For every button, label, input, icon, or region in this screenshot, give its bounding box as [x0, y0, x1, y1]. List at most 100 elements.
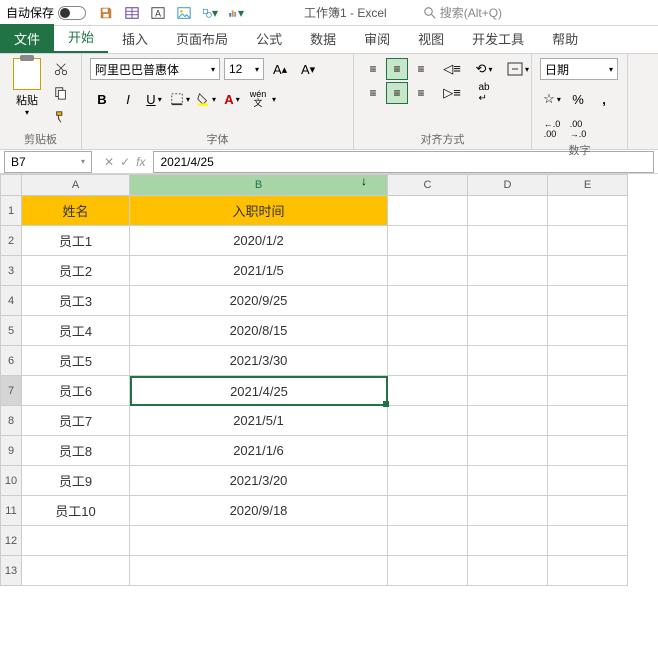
cell-e3[interactable]	[548, 256, 628, 286]
fill-color-button[interactable]	[194, 88, 218, 110]
cell-e12[interactable]	[548, 526, 628, 556]
enter-icon[interactable]: ✓	[120, 155, 130, 169]
cell-b3[interactable]: 2021/1/5	[130, 256, 388, 286]
tab-formulas[interactable]: 公式	[242, 24, 296, 53]
cell-a13[interactable]	[22, 556, 130, 586]
percent-button[interactable]: %	[566, 88, 590, 110]
col-header-d[interactable]: D	[468, 174, 548, 196]
cell-c5[interactable]	[388, 316, 468, 346]
align-top-button[interactable]: ≡	[362, 58, 384, 80]
cell-b4[interactable]: 2020/9/25	[130, 286, 388, 316]
autosave-toggle[interactable]: 自动保存	[6, 4, 86, 21]
cell-b13[interactable]	[130, 556, 388, 586]
cell-d12[interactable]	[468, 526, 548, 556]
cell-d10[interactable]	[468, 466, 548, 496]
cell-e4[interactable]	[548, 286, 628, 316]
cell-b12[interactable]	[130, 526, 388, 556]
cell-a10[interactable]: 员工9	[22, 466, 130, 496]
tab-review[interactable]: 审阅	[350, 24, 404, 53]
tab-file[interactable]: 文件	[0, 24, 54, 53]
cell-b8[interactable]: 2021/5/1	[130, 406, 388, 436]
cell-e8[interactable]	[548, 406, 628, 436]
col-header-c[interactable]: C	[388, 174, 468, 196]
cell-b11[interactable]: 2020/9/18	[130, 496, 388, 526]
align-middle-button[interactable]: ≡	[386, 58, 408, 80]
cut-button[interactable]	[50, 58, 72, 80]
cancel-icon[interactable]: ✕	[104, 155, 114, 169]
cell-e2[interactable]	[548, 226, 628, 256]
cell-c6[interactable]	[388, 346, 468, 376]
row-header-11[interactable]: 11	[0, 496, 22, 526]
cell-b2[interactable]: 2020/1/2	[130, 226, 388, 256]
toggle-switch-icon[interactable]	[58, 6, 86, 20]
row-header-12[interactable]: 12	[0, 526, 22, 556]
cell-a9[interactable]: 员工8	[22, 436, 130, 466]
cell-c4[interactable]	[388, 286, 468, 316]
cell-e9[interactable]	[548, 436, 628, 466]
cell-b5[interactable]: 2020/8/15	[130, 316, 388, 346]
cell-c3[interactable]	[388, 256, 468, 286]
align-left-button[interactable]: ≡	[362, 82, 384, 104]
row-header-3[interactable]: 3	[0, 256, 22, 286]
cell-d1[interactable]	[468, 196, 548, 226]
col-header-e[interactable]: E	[548, 174, 628, 196]
cell-e13[interactable]	[548, 556, 628, 586]
currency-button[interactable]: ☆	[540, 88, 564, 110]
cell-c7[interactable]	[388, 376, 468, 406]
search-box[interactable]: 搜索(Alt+Q)	[417, 1, 509, 24]
cell-d3[interactable]	[468, 256, 548, 286]
tab-help[interactable]: 帮助	[538, 24, 592, 53]
decrease-font-button[interactable]: A▾	[296, 58, 320, 80]
cell-a5[interactable]: 员工4	[22, 316, 130, 346]
border-button[interactable]	[168, 88, 192, 110]
tab-insert[interactable]: 插入	[108, 24, 162, 53]
cell-c1[interactable]	[388, 196, 468, 226]
row-header-5[interactable]: 5	[0, 316, 22, 346]
increase-decimal-button[interactable]: ←.0.00	[540, 118, 564, 140]
cell-c11[interactable]	[388, 496, 468, 526]
row-header-4[interactable]: 4	[0, 286, 22, 316]
cell-b10[interactable]: 2021/3/20	[130, 466, 388, 496]
cell-c9[interactable]	[388, 436, 468, 466]
paste-button[interactable]: 粘贴 ▾	[8, 58, 46, 117]
cell-c10[interactable]	[388, 466, 468, 496]
cell-b1[interactable]: 入职时间	[130, 196, 388, 226]
phonetic-button[interactable]: wén 文	[246, 88, 276, 110]
cell-a6[interactable]: 员工5	[22, 346, 130, 376]
font-color-button[interactable]: A	[220, 88, 244, 110]
cell-a7[interactable]: 员工6	[22, 376, 130, 406]
cell-a12[interactable]	[22, 526, 130, 556]
cell-b9[interactable]: 2021/1/6	[130, 436, 388, 466]
comma-button[interactable]: ,	[592, 88, 616, 110]
cell-c2[interactable]	[388, 226, 468, 256]
cell-a1[interactable]: 姓名	[22, 196, 130, 226]
cell-a2[interactable]: 员工1	[22, 226, 130, 256]
align-right-button[interactable]: ≡	[410, 82, 432, 104]
name-box[interactable]: B7▾	[4, 151, 92, 173]
cell-c8[interactable]	[388, 406, 468, 436]
cell-b7[interactable]: 2021/4/25	[130, 376, 388, 406]
cell-d5[interactable]	[468, 316, 548, 346]
row-header-8[interactable]: 8	[0, 406, 22, 436]
cell-e10[interactable]	[548, 466, 628, 496]
increase-font-button[interactable]: A▴	[268, 58, 292, 80]
cell-e7[interactable]	[548, 376, 628, 406]
fx-icon[interactable]: fx	[136, 155, 145, 169]
row-header-10[interactable]: 10	[0, 466, 22, 496]
cell-b6[interactable]: 2021/3/30	[130, 346, 388, 376]
save-icon[interactable]	[98, 5, 114, 21]
increase-indent-button[interactable]: ▷≡	[440, 82, 464, 104]
row-header-9[interactable]: 9	[0, 436, 22, 466]
cell-d11[interactable]	[468, 496, 548, 526]
textbox-icon[interactable]: A	[150, 5, 166, 21]
cell-d4[interactable]	[468, 286, 548, 316]
bold-button[interactable]: B	[90, 88, 114, 110]
tab-home[interactable]: 开始	[54, 22, 108, 53]
decrease-decimal-button[interactable]: .00→.0	[566, 118, 590, 140]
decrease-indent-button[interactable]: ◁≡	[440, 58, 464, 80]
cell-e11[interactable]	[548, 496, 628, 526]
format-painter-button[interactable]	[50, 106, 72, 128]
select-all-corner[interactable]	[0, 174, 22, 196]
shapes-icon[interactable]: ▾	[202, 5, 218, 21]
cell-c13[interactable]	[388, 556, 468, 586]
